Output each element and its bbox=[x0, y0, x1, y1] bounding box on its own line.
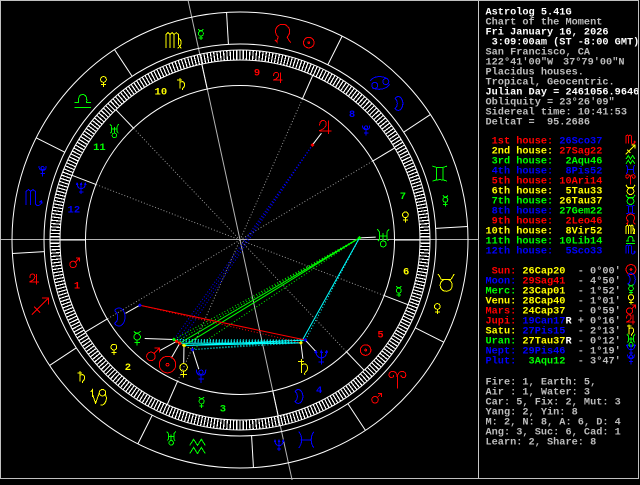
svg-text:5: 5 bbox=[377, 329, 383, 341]
svg-text:- 3°47': - 3°47' bbox=[578, 355, 621, 367]
svg-text:8: 8 bbox=[349, 109, 355, 121]
svg-text:3Aqu12: 3Aqu12 bbox=[522, 355, 565, 367]
svg-text:6: 6 bbox=[403, 266, 409, 278]
svg-text:10: 10 bbox=[155, 86, 168, 98]
svg-text:9: 9 bbox=[254, 67, 260, 79]
svg-text:12: 12 bbox=[68, 205, 81, 217]
svg-text:7: 7 bbox=[400, 191, 406, 203]
svg-text:2: 2 bbox=[125, 362, 131, 374]
svg-text:4: 4 bbox=[316, 385, 322, 397]
svg-text:Plut:: Plut: bbox=[486, 355, 517, 367]
svg-text:R: R bbox=[565, 335, 572, 347]
svg-text:1: 1 bbox=[74, 280, 80, 292]
svg-text:Learn: 2, Share: 8: Learn: 2, Share: 8 bbox=[486, 436, 597, 448]
svg-text:12th house:: 12th house: bbox=[486, 245, 554, 257]
svg-text:DeltaT = 95.2686: DeltaT = 95.2686 bbox=[486, 116, 591, 128]
svg-text:R: R bbox=[565, 315, 572, 327]
svg-text:37°79'00"N: 37°79'00"N bbox=[563, 56, 625, 68]
svg-text:5Sco33: 5Sco33 bbox=[559, 245, 602, 257]
svg-text:11: 11 bbox=[93, 142, 106, 154]
svg-text:3: 3 bbox=[220, 404, 226, 416]
